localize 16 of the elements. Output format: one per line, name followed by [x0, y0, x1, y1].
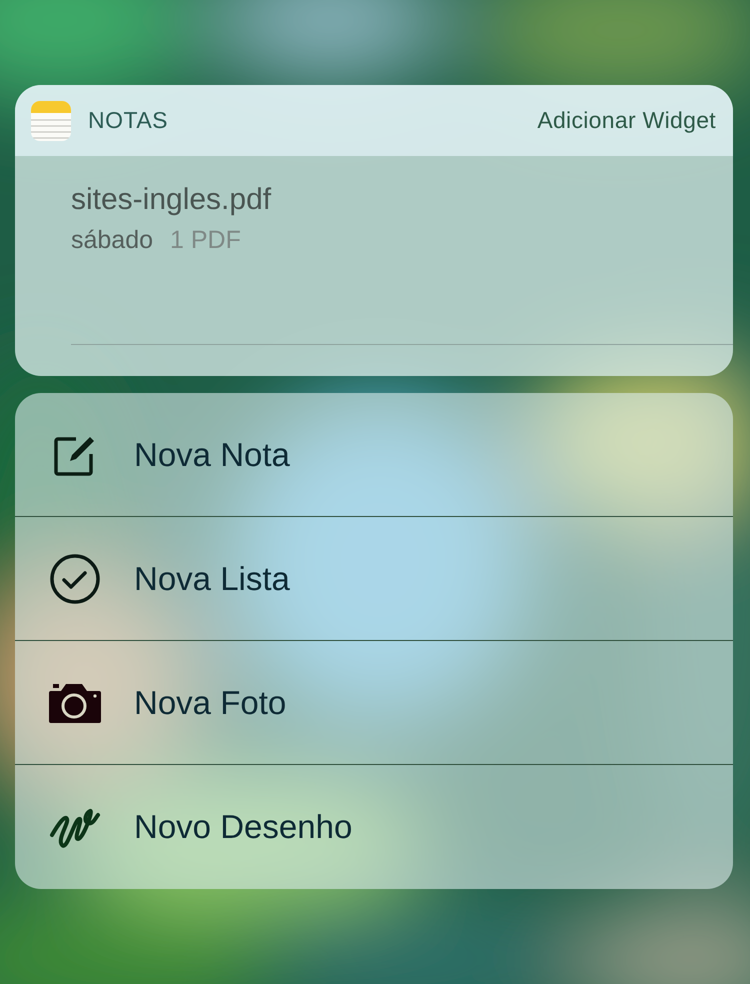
menu-item-label: Novo Desenho: [134, 807, 352, 848]
menu-item[interactable]: Nova Nota: [15, 393, 733, 517]
menu-item[interactable]: Nova Foto: [15, 641, 733, 765]
note-title[interactable]: sites-ingles.pdf: [71, 182, 733, 218]
add-widget-button[interactable]: Adicionar Widget: [537, 103, 716, 138]
note-attachment: 1 PDF: [170, 225, 241, 256]
menu-item[interactable]: Nova Lista: [15, 517, 733, 641]
menu-item-label: Nova Foto: [134, 682, 286, 723]
app-name: NOTAS: [88, 106, 168, 136]
notes-app-icon: [31, 100, 71, 140]
menu-item[interactable]: Novo Desenho: [15, 765, 733, 889]
checkmark-circle-icon: [49, 552, 101, 604]
note-date: sábado: [71, 225, 154, 256]
menu-item-label: Nova Lista: [134, 558, 290, 599]
menu-item-label: Nova Nota: [134, 434, 290, 475]
camera-icon: [48, 682, 102, 724]
